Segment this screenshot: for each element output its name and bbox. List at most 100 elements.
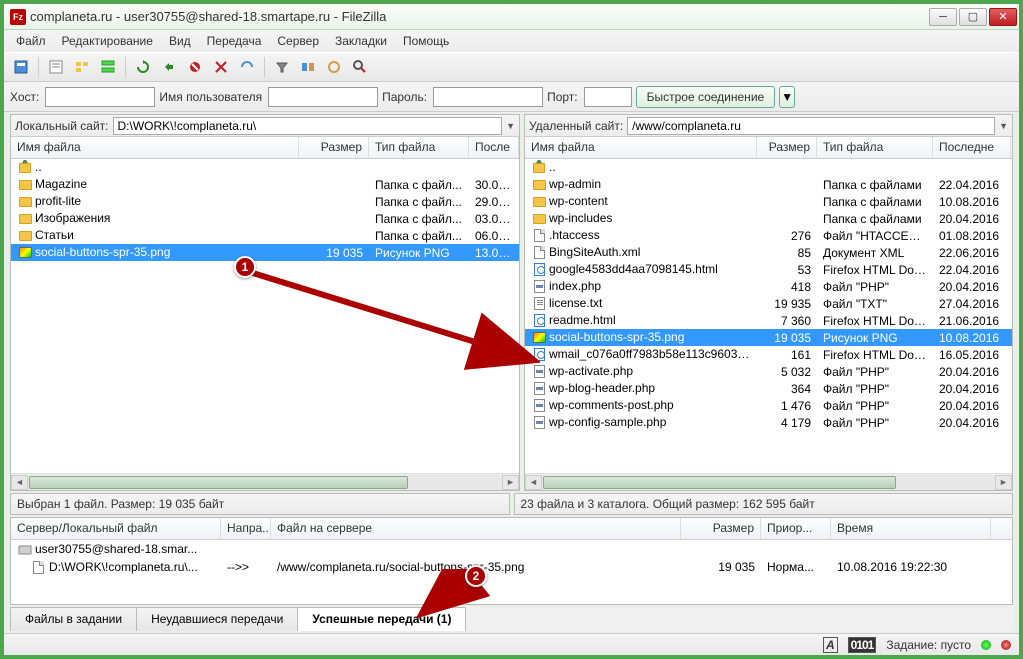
file-row[interactable]: social-buttons-spr-35.png19 035Рисунок P… xyxy=(11,244,519,261)
file-row[interactable]: license.txt19 935Файл "TXT"27.04.2016 xyxy=(525,295,1012,312)
remote-file-list[interactable]: ..wp-adminПапка с файлами22.04.2016wp-co… xyxy=(525,159,1012,473)
file-row[interactable]: social-buttons-spr-35.png19 035Рисунок P… xyxy=(525,329,1012,346)
queue-icon[interactable] xyxy=(97,56,119,78)
remote-col-name[interactable]: Имя файла xyxy=(525,137,757,158)
quickconnect-button[interactable]: Быстрое соединение xyxy=(636,86,776,108)
file-icon xyxy=(531,245,549,259)
file-row[interactable]: .htaccess276Файл "HTACCESS"01.08.2016 xyxy=(525,227,1012,244)
file-row[interactable]: profit-liteПапка с файл...29.07.2 xyxy=(11,193,519,210)
user-label: Имя пользователя xyxy=(159,90,262,104)
tr-col-file[interactable]: Сервер/Локальный файл xyxy=(11,518,221,539)
tr-col-dir[interactable]: Напра... xyxy=(221,518,271,539)
transfer-pane: Сервер/Локальный файл Напра... Файл на с… xyxy=(10,517,1013,605)
log-icon[interactable] xyxy=(45,56,67,78)
html-icon xyxy=(531,313,549,327)
led-activity-icon xyxy=(981,640,991,650)
remote-col-date[interactable]: Последне xyxy=(933,137,1011,158)
menu-edit[interactable]: Редактирование xyxy=(56,32,159,50)
dirtree-icon[interactable] xyxy=(71,56,93,78)
remote-path-dropdown-icon[interactable]: ▼ xyxy=(999,121,1008,131)
local-file-list[interactable]: ..MagazineПапка с файл...30.06.2profit-l… xyxy=(11,159,519,473)
host-label: Хост: xyxy=(10,90,39,104)
remote-col-type[interactable]: Тип файла xyxy=(817,137,933,158)
host-input[interactable] xyxy=(45,87,155,107)
tr-col-remote[interactable]: Файл на сервере xyxy=(271,518,681,539)
remote-scrollbar[interactable]: ◄ ► xyxy=(525,473,1012,490)
app-icon: Fz xyxy=(10,9,26,25)
local-col-type[interactable]: Тип файла xyxy=(369,137,469,158)
menu-help[interactable]: Помощь xyxy=(397,32,455,50)
user-input[interactable] xyxy=(268,87,378,107)
transfer-list[interactable]: user30755@shared-18.smar...D:\WORK\!comp… xyxy=(11,540,1012,604)
local-path-input[interactable] xyxy=(113,117,503,135)
file-row[interactable]: wp-contentПапка с файлами10.08.2016 xyxy=(525,193,1012,210)
remote-path-input[interactable] xyxy=(627,117,995,135)
tab-queued[interactable]: Файлы в задании xyxy=(10,607,137,631)
file-row[interactable]: wp-activate.php5 032Файл "PHP"20.04.2016 xyxy=(525,363,1012,380)
folder-icon xyxy=(531,211,549,225)
process-icon[interactable] xyxy=(158,56,180,78)
file-row[interactable]: wp-comments-post.php1 476Файл "PHP"20.04… xyxy=(525,397,1012,414)
tab-failed[interactable]: Неудавшиеся передачи xyxy=(136,607,298,631)
filter-icon[interactable] xyxy=(271,56,293,78)
transfer-tabs: Файлы в задании Неудавшиеся передачи Усп… xyxy=(10,607,1013,631)
file-row[interactable]: readme.html7 360Firefox HTML Doc...21.06… xyxy=(525,312,1012,329)
menu-bookmarks[interactable]: Закладки xyxy=(329,32,393,50)
menu-file[interactable]: Файл xyxy=(10,32,52,50)
file-row[interactable]: ИзображенияПапка с файл...03.08.2 xyxy=(11,210,519,227)
minimize-button[interactable]: ─ xyxy=(929,8,957,26)
search-icon[interactable] xyxy=(349,56,371,78)
binary-icon: 0101 xyxy=(848,637,877,653)
compare-icon[interactable] xyxy=(297,56,319,78)
local-pane: Локальный сайт: ▼ Имя файла Размер Тип ф… xyxy=(10,114,520,491)
tr-col-time[interactable]: Время xyxy=(831,518,991,539)
queue-status: Задание: пусто xyxy=(886,638,971,652)
local-col-size[interactable]: Размер xyxy=(299,137,369,158)
txt-icon xyxy=(531,296,549,310)
transfer-row[interactable]: D:\WORK\!complaneta.ru\...-->>/www/compl… xyxy=(11,558,1012,576)
tr-col-size[interactable]: Размер xyxy=(681,518,761,539)
sitemanager-icon[interactable] xyxy=(10,56,32,78)
file-row[interactable]: google4583dd4aa7098145.html53Firefox HTM… xyxy=(525,261,1012,278)
port-input[interactable] xyxy=(584,87,632,107)
local-status: Выбран 1 файл. Размер: 19 035 байт xyxy=(10,493,510,515)
disconnect-icon[interactable] xyxy=(210,56,232,78)
tr-col-prio[interactable]: Приор... xyxy=(761,518,831,539)
local-col-name[interactable]: Имя файла xyxy=(11,137,299,158)
menu-server[interactable]: Сервер xyxy=(271,32,325,50)
file-row[interactable]: .. xyxy=(11,159,519,176)
file-row[interactable]: wp-adminПапка с файлами22.04.2016 xyxy=(525,176,1012,193)
file-icon xyxy=(531,228,549,242)
maximize-button[interactable]: ▢ xyxy=(959,8,987,26)
file-row[interactable]: MagazineПапка с файл...30.06.2 xyxy=(11,176,519,193)
menu-transfer[interactable]: Передача xyxy=(201,32,268,50)
reconnect-icon[interactable] xyxy=(236,56,258,78)
transfer-server-row[interactable]: user30755@shared-18.smar... xyxy=(11,540,1012,558)
file-row[interactable]: wp-includesПапка с файлами20.04.2016 xyxy=(525,210,1012,227)
file-row[interactable]: wmail_c076a0ff7983b58e113c96033a...161Fi… xyxy=(525,346,1012,363)
stop-icon[interactable] xyxy=(184,56,206,78)
menu-view[interactable]: Вид xyxy=(163,32,197,50)
remote-col-size[interactable]: Размер xyxy=(757,137,817,158)
remote-path-label: Удаленный сайт: xyxy=(529,119,623,133)
local-col-date[interactable]: После xyxy=(469,137,519,158)
file-row[interactable]: СтатьиПапка с файл...06.08.2 xyxy=(11,227,519,244)
file-row[interactable]: index.php418Файл "PHP"20.04.2016 xyxy=(525,278,1012,295)
local-path-dropdown-icon[interactable]: ▼ xyxy=(506,121,515,131)
tab-success[interactable]: Успешные передачи (1) xyxy=(297,607,466,631)
file-row[interactable]: BingSiteAuth.xml85Документ XML22.06.2016 xyxy=(525,244,1012,261)
folder-icon xyxy=(17,211,35,225)
server-icon xyxy=(17,543,33,557)
php-icon xyxy=(531,279,549,293)
file-row[interactable]: wp-config-sample.php4 179Файл "PHP"20.04… xyxy=(525,414,1012,431)
folder-icon xyxy=(17,177,35,191)
file-row[interactable]: wp-blog-header.php364Файл "PHP"20.04.201… xyxy=(525,380,1012,397)
quickconnect-dropdown[interactable]: ▼ xyxy=(779,86,795,108)
close-button[interactable]: ✕ xyxy=(989,8,1017,26)
sync-icon[interactable] xyxy=(323,56,345,78)
local-scrollbar[interactable]: ◄ ► xyxy=(11,473,519,490)
refresh-icon[interactable] xyxy=(132,56,154,78)
file-row[interactable]: .. xyxy=(525,159,1012,176)
remote-status: 23 файла и 3 каталога. Общий размер: 162… xyxy=(514,493,1014,515)
pass-input[interactable] xyxy=(433,87,543,107)
